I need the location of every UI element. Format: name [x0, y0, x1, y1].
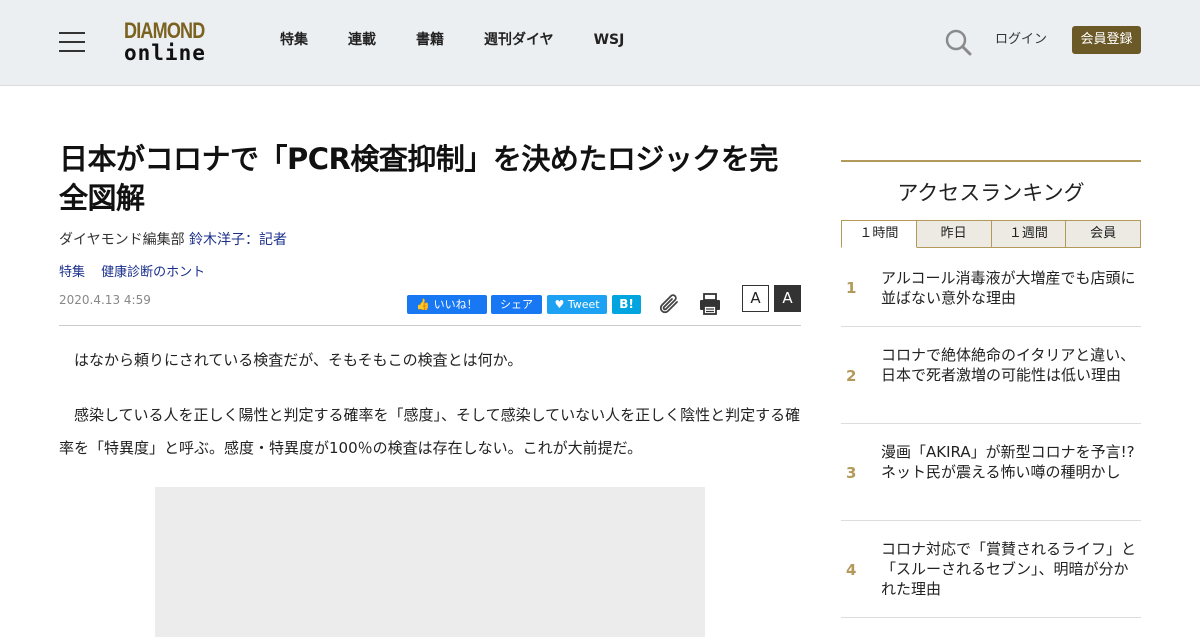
nav-item-features[interactable]: 特集: [280, 31, 308, 49]
login-link[interactable]: ログイン: [995, 31, 1047, 49]
paragraph: はなから頼りにされている検査だが、そもそもこの検査とは何か。: [74, 351, 523, 369]
hatena-bookmark-button[interactable]: B!: [612, 295, 641, 314]
ranking-title: アクセスランキング: [897, 181, 1085, 205]
byline: ダイヤモンド編集部 鈴木洋子：記者: [59, 230, 801, 250]
ranking-sidebar: アクセスランキング １時間 昨日 １週間 会員 1 アルコール消毒液が大増産でも…: [841, 160, 1141, 618]
clip-icon[interactable]: [657, 292, 681, 316]
article-body: はなから頼りにされている検査だが、そもそもこの検査とは何か。 感染している人を正…: [59, 344, 801, 465]
author-link[interactable]: 鈴木洋子：記者: [189, 232, 287, 248]
font-size-small-button[interactable]: A: [742, 285, 769, 312]
twitter-bird-icon: ♥: [554, 298, 565, 311]
rank-number: 3: [846, 464, 857, 482]
divider: [841, 160, 1141, 162]
site-logo[interactable]: DIAMOND online: [124, 20, 228, 66]
rank-number: 2: [846, 367, 857, 385]
facebook-like-button[interactable]: 👍 いいね！: [407, 295, 487, 314]
nav-item-wsj[interactable]: WSJ: [594, 31, 625, 49]
nav-item-weekly[interactable]: 週刊ダイヤ: [484, 31, 554, 49]
font-size-large-button[interactable]: A: [774, 285, 801, 312]
rank-title[interactable]: コロナで絶体絶命のイタリアと違い、日本で死者激増の可能性は低い理由: [881, 327, 1141, 385]
paragraph: 感染している人を正しく陽性と判定する確率を「感度」、そして感染していない人を正し…: [59, 406, 801, 457]
tweet-label: Tweet: [567, 298, 600, 311]
thumbs-up-icon: 👍: [416, 298, 431, 311]
article: 日本がコロナで「PCR検査抑制」を決めたロジックを完全図解 ダイヤモンド編集部 …: [59, 140, 801, 487]
tab-1week[interactable]: １週間: [991, 220, 1067, 248]
rank-title[interactable]: アルコール消毒液が大増産でも店頭に並ばない意外な理由: [881, 248, 1141, 308]
nav-item-books[interactable]: 書籍: [416, 31, 444, 49]
article-meta: 2020.4.13 4:59 👍 いいね！ シェア ♥ Tweet B! A A: [59, 285, 801, 326]
tag-list: 特集 健康診断のホント: [59, 264, 801, 282]
article-image: [155, 487, 705, 637]
ranking-item[interactable]: 3 漫画「AKIRA」が新型コロナを予言!?ネット民が震える怖い噂の種明かし: [841, 424, 1141, 521]
menu-icon[interactable]: [59, 32, 85, 52]
article-title: 日本がコロナで「PCR検査抑制」を決めたロジックを完全図解: [59, 142, 778, 215]
logo-bottom: online: [124, 41, 206, 65]
register-button[interactable]: 会員登録: [1072, 26, 1141, 54]
nav-item-series[interactable]: 連載: [348, 31, 376, 49]
facebook-share-button[interactable]: シェア: [491, 295, 542, 314]
ranking-tabs: １時間 昨日 １週間 会員: [841, 220, 1141, 248]
tweet-button[interactable]: ♥ Tweet: [547, 295, 607, 314]
tab-1hour[interactable]: １時間: [841, 220, 917, 248]
ranking-item[interactable]: 4 コロナ対応で「賞賛されるライフ」と「スルーされるセブン」、明暗が分かれた理由: [841, 521, 1141, 618]
main-nav: 特集 連載 書籍 週刊ダイヤ WSJ: [280, 31, 664, 49]
logo-top: DIAMOND: [124, 18, 205, 43]
rank-number: 4: [846, 561, 857, 579]
tab-yesterday[interactable]: 昨日: [916, 220, 992, 248]
rank-title[interactable]: 漫画「AKIRA」が新型コロナを予言!?ネット民が震える怖い噂の種明かし: [881, 424, 1141, 482]
ranking-item[interactable]: 1 アルコール消毒液が大増産でも店頭に並ばない意外な理由: [841, 248, 1141, 327]
site-header: DIAMOND online 特集 連載 書籍 週刊ダイヤ WSJ ログイン 会…: [0, 0, 1200, 86]
ranking-item[interactable]: 2 コロナで絶体絶命のイタリアと違い、日本で死者激増の可能性は低い理由: [841, 327, 1141, 424]
print-icon[interactable]: [698, 292, 722, 316]
byline-org: ダイヤモンド編集部: [59, 232, 185, 248]
tag-link[interactable]: 特集: [59, 265, 85, 280]
tag-link[interactable]: 健康診断のホント: [101, 265, 205, 280]
rank-number: 1: [846, 279, 857, 297]
rank-title[interactable]: コロナ対応で「賞賛されるライフ」と「スルーされるセブン」、明暗が分かれた理由: [881, 521, 1141, 599]
search-icon[interactable]: [944, 28, 972, 56]
publish-date: 2020.4.13 4:59: [59, 293, 151, 307]
like-label: いいね！: [433, 298, 478, 311]
tab-members[interactable]: 会員: [1066, 220, 1141, 248]
